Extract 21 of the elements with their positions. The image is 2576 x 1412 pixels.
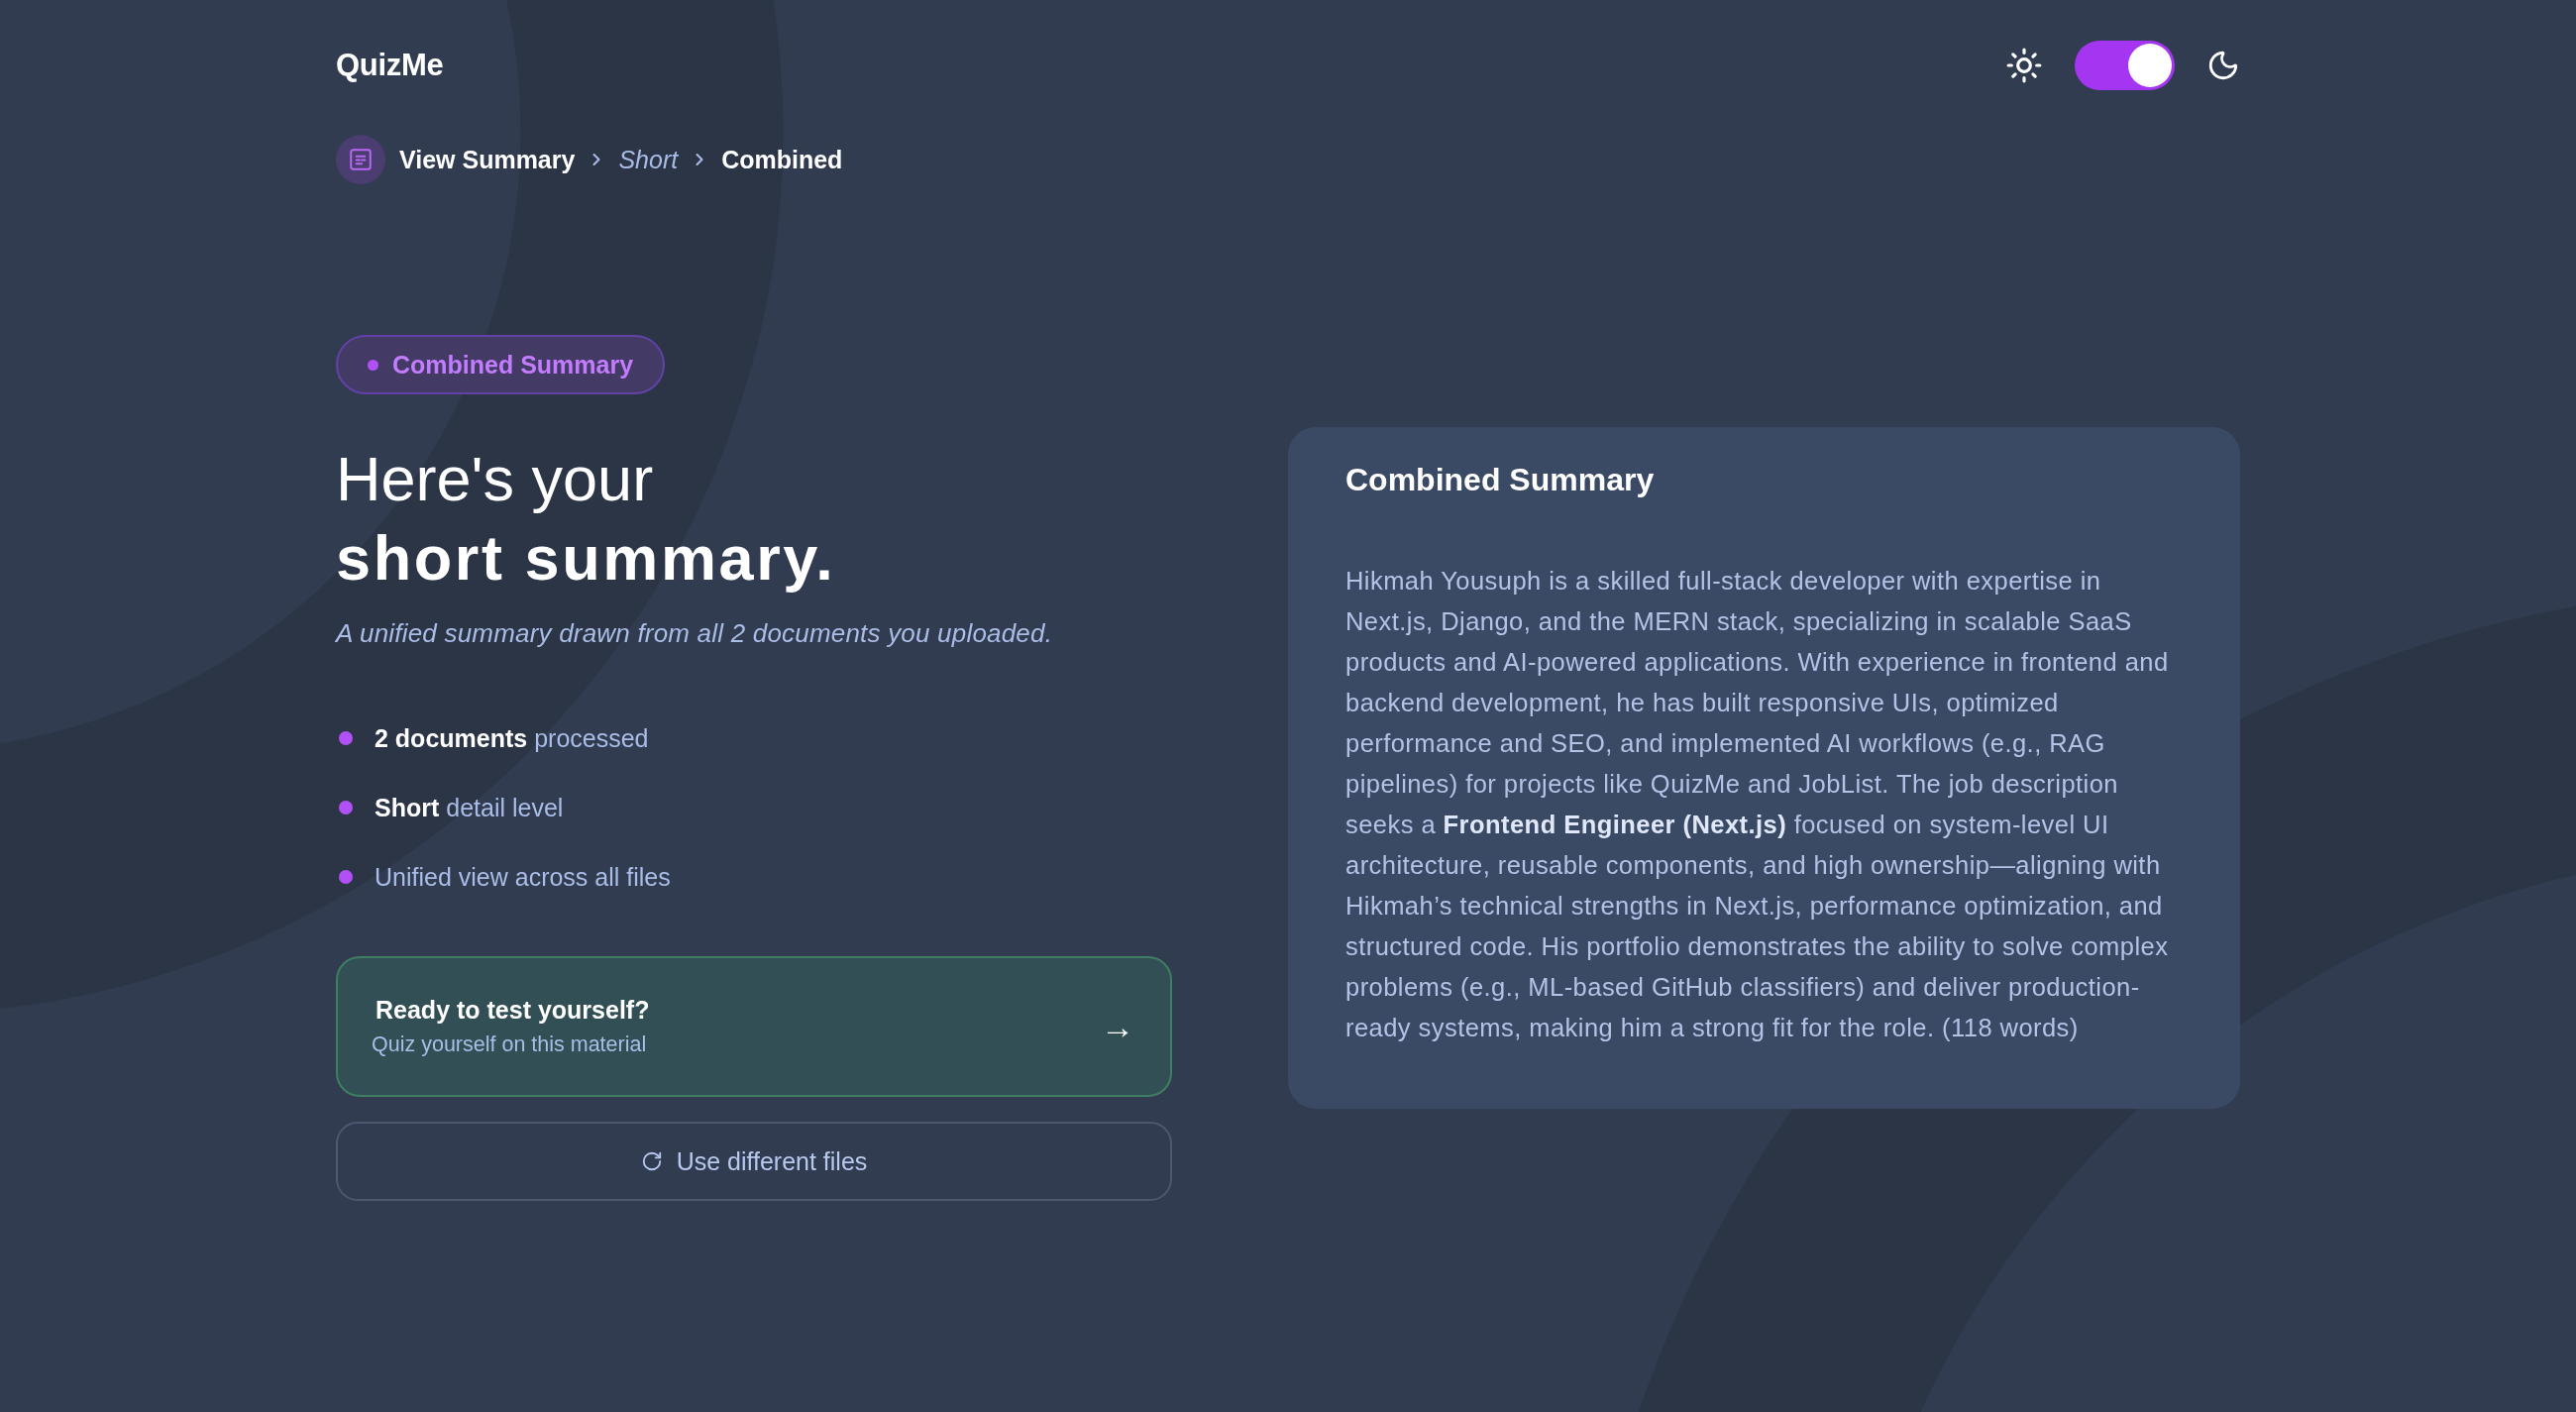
document-icon xyxy=(336,135,385,184)
subtitle: A unified summary drawn from all 2 documents you uploaded. xyxy=(336,617,1053,650)
breadcrumb-link[interactable]: Short xyxy=(618,145,679,174)
breadcrumb-link[interactable]: View Summary xyxy=(399,145,576,174)
summary-text: Hikmah Yousuph is a skilled full-stack developer with expertise in Next.js, Django, and the MERN stack, specializing in scalable SaaS products and AI-powered applications. With experience in frontend and backend development, he has built responsive UIs, optimized performance and SEO, and implemented AI workflows (e.g., RAG pipelines) for projects like QuizMe and JobList. The job description seeks a Frontend Engineer (Next.js) focused on system-level UI architecture, reusable components, and high ownership—aligning with Hikmah’s technical strengths in Next.js, performance optimization, and structured code. His portfolio demonstrates the ability to solve complex problems (e.g., ML-based GitHub classifiers) and deliver production-ready systems, making him a strong fit for the role. (118 words) xyxy=(1345,566,2170,1043)
logo: QuizMe xyxy=(336,48,444,83)
card-title: Combined Summary xyxy=(1345,461,1656,499)
badge-label: Combined Summary xyxy=(392,350,634,380)
highlight-text: 2 documents processed xyxy=(375,723,649,753)
refresh-icon xyxy=(640,1150,663,1172)
moon-icon xyxy=(2206,49,2240,82)
highlight-text: Short detail level xyxy=(375,793,564,822)
use-different-files-button[interactable]: Use different files xyxy=(336,1122,1172,1201)
breadcrumb-current: Combined xyxy=(721,145,843,174)
heading-line: Here's your xyxy=(336,443,654,515)
dot-icon xyxy=(368,359,378,371)
highlight-text: Unified view across all files xyxy=(375,862,671,892)
quiz-card-button[interactable]: Ready to test yourself? Quiz yourself on this material → xyxy=(336,956,1172,1097)
heading-line: short summary. xyxy=(336,522,836,595)
theme-switch[interactable] xyxy=(2075,41,2175,90)
sun-icon xyxy=(2005,47,2043,84)
